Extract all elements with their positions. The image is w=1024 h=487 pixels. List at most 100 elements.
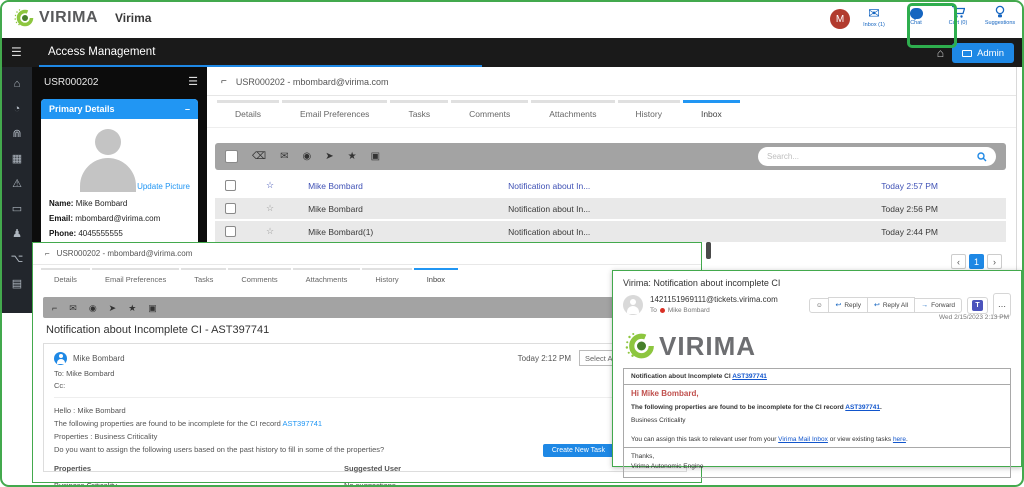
app-header: VIRIMA Virima M ✉ Inbox (1) Chat Cart (0… <box>2 2 1022 38</box>
tab-attachments[interactable]: Attachments <box>293 268 361 290</box>
tab-history[interactable]: History <box>618 100 680 126</box>
primary-details-card: Primary Details – Update Picture Name: M… <box>41 99 198 252</box>
star-icon[interactable]: ★ <box>348 152 357 162</box>
star-icon[interactable]: ★ <box>128 303 136 313</box>
sidebar-dashboard-icon[interactable]: ◔ <box>14 103 21 115</box>
archive-icon[interactable]: ▣ <box>148 303 157 313</box>
row-checkbox[interactable] <box>225 180 236 191</box>
star-toggle[interactable]: ☆ <box>266 180 274 191</box>
user-record-id: USR000202 <box>44 77 98 88</box>
forward-button[interactable]: → Forward <box>914 298 962 313</box>
email-label: Email: <box>49 214 73 223</box>
sender-name: Mike Bombard <box>73 354 125 363</box>
phone-label: Phone: <box>49 229 76 238</box>
reply-button[interactable]: ↩ Reply <box>828 297 868 313</box>
tab-email-preferences[interactable]: Email Preferences <box>282 100 387 126</box>
panel-menu-icon[interactable]: ☰ <box>188 75 198 88</box>
send-icon[interactable]: ➤ <box>325 152 333 162</box>
mark-unread-icon[interactable]: ✉ <box>69 303 77 313</box>
monitor-icon <box>962 50 972 57</box>
menu-icon[interactable]: ☰ <box>11 45 22 59</box>
mark-unread-icon[interactable]: ✉ <box>280 152 288 162</box>
tab-comments[interactable]: Comments <box>228 268 290 290</box>
trash-icon[interactable]: ⌫ <box>252 152 266 162</box>
virima-logo[interactable]: VIRIMA Virima <box>14 8 151 28</box>
suggestions-button[interactable]: Suggestions <box>982 5 1018 26</box>
ci-record-link[interactable]: AST397741 <box>845 404 880 411</box>
row-checkbox[interactable] <box>225 226 236 237</box>
search-input[interactable] <box>767 152 971 161</box>
mail-row[interactable]: ☆ Mike Bombard Notification about In... … <box>215 198 1006 219</box>
reactions-button[interactable]: ☺ <box>809 298 830 313</box>
tab-email-preferences[interactable]: Email Preferences <box>92 268 179 290</box>
ci-record-link[interactable]: AST397741 <box>732 373 767 380</box>
tab-details[interactable]: Details <box>217 100 279 126</box>
sidebar-users-icon[interactable]: ♟ <box>12 228 22 240</box>
mail-sender: Mike Bombard <box>308 204 508 214</box>
reply-label: Reply <box>844 302 861 309</box>
tab-inbox[interactable]: Inbox <box>414 268 458 290</box>
tab-details[interactable]: Details <box>41 268 90 290</box>
mail-subject: Notification about In... <box>508 181 798 191</box>
body-text: . <box>880 404 882 411</box>
sidebar: ⌂ ◔ ⋒ ▦ ⚠ ▭ ♟ ⌥ ▤ <box>2 67 32 313</box>
back-icon[interactable]: ⌐ <box>221 76 227 87</box>
teams-share-button[interactable]: T <box>967 297 988 314</box>
back-icon[interactable]: ⌐ <box>52 303 57 313</box>
search-icon[interactable] <box>977 152 987 162</box>
mail-row[interactable]: ☆ Mike Bombard Notification about In... … <box>215 175 1006 196</box>
back-icon[interactable]: ⌐ <box>45 249 50 258</box>
sidebar-itsm-icon[interactable]: ▭ <box>12 203 22 215</box>
existing-tasks-link[interactable]: here <box>893 436 906 443</box>
mark-read-icon[interactable]: ◉ <box>303 152 312 162</box>
phone-value: 4045555555 <box>78 229 123 238</box>
mail-title: Virima: Notification about incomplete CI <box>623 278 1011 288</box>
sidebar-risks-icon[interactable]: ⚠ <box>12 178 22 190</box>
select-all-checkbox[interactable] <box>225 150 238 163</box>
tab-attachments[interactable]: Attachments <box>531 100 614 126</box>
tab-comments[interactable]: Comments <box>451 100 528 126</box>
to-name[interactable]: Mike Bombard <box>668 307 710 314</box>
to-line: To: Mike Bombard <box>54 369 676 378</box>
next-page-button[interactable]: › <box>987 254 1002 269</box>
silhouette-head <box>95 129 121 155</box>
sidebar-network-icon[interactable]: ⌥ <box>11 253 24 265</box>
cart-button[interactable]: Cart (0) <box>940 5 976 26</box>
body-text: The following properties are found to be… <box>631 404 845 411</box>
user-avatar[interactable]: M <box>830 9 850 29</box>
inbox-button[interactable]: ✉ Inbox (1) <box>856 5 892 28</box>
sidebar-discovery-icon[interactable]: ⋒ <box>12 128 21 140</box>
sidebar-cmdb-icon[interactable]: ▦ <box>12 153 22 165</box>
sidebar-knowledge-icon[interactable]: ▤ <box>12 278 22 290</box>
row-checkbox[interactable] <box>225 203 236 214</box>
inbox-envelope-icon: ✉ <box>868 5 880 21</box>
mail-row[interactable]: ☆ Mike Bombard(1) Notification about In.… <box>215 221 1006 242</box>
home-icon[interactable]: ⌂ <box>937 46 944 60</box>
star-toggle[interactable]: ☆ <box>266 226 274 237</box>
tab-tasks[interactable]: Tasks <box>390 100 448 126</box>
collapse-icon[interactable]: – <box>185 104 190 114</box>
navbar: ☰ Access Management ⌂ Admin <box>2 38 1022 67</box>
reply-all-icon: ↩ <box>874 301 880 309</box>
star-toggle[interactable]: ☆ <box>266 203 274 214</box>
prev-page-button[interactable]: ‹ <box>951 254 966 269</box>
mail-time: Today 2:56 PM <box>881 204 938 214</box>
create-new-task-button[interactable]: Create New Task <box>543 444 614 457</box>
reply-all-button[interactable]: ↩ Reply All <box>867 297 915 313</box>
archive-icon[interactable]: ▣ <box>371 152 380 162</box>
current-page[interactable]: 1 <box>969 254 984 269</box>
tab-history[interactable]: History <box>362 268 411 290</box>
admin-button[interactable]: Admin <box>952 43 1014 63</box>
send-icon[interactable]: ➤ <box>109 303 117 313</box>
tab-tasks[interactable]: Tasks <box>181 268 226 290</box>
logo-wordmark: VIRIMA <box>39 9 98 27</box>
mark-read-icon[interactable]: ◉ <box>89 303 97 313</box>
tab-inbox[interactable]: Inbox <box>683 100 740 126</box>
thanks-line: Thanks, <box>631 452 1003 462</box>
scrollbar-thumb[interactable] <box>706 242 711 259</box>
sidebar-home-icon[interactable]: ⌂ <box>14 78 21 90</box>
chat-button[interactable]: Chat <box>898 5 934 26</box>
ci-record-link[interactable]: AST397741 <box>282 419 322 428</box>
cell-suggestion: No suggestions <box>344 481 396 487</box>
virima-mail-inbox-link[interactable]: Virima Mail Inbox <box>778 436 828 443</box>
